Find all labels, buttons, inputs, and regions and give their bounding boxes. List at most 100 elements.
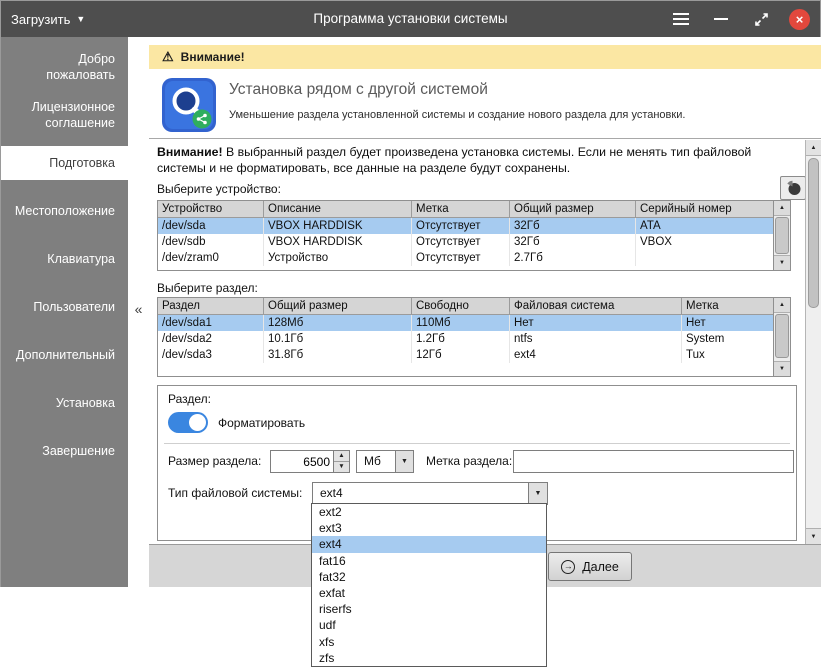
scroll-up-button[interactable]: ▲ xyxy=(774,298,790,313)
table-cell: ntfs xyxy=(510,331,682,347)
table-cell: Tux xyxy=(682,347,773,363)
chevron-down-icon: ▼ xyxy=(528,483,547,504)
warning-banner-label: Внимание! xyxy=(181,50,245,64)
scrollbar-thumb[interactable] xyxy=(775,217,789,254)
table-cell: VBOX xyxy=(636,234,773,250)
table-cell: Нет xyxy=(682,315,773,331)
warning-banner: ⚠ Внимание! xyxy=(149,45,821,69)
scrollbar-track[interactable] xyxy=(774,313,790,361)
pie-chart-icon xyxy=(785,180,802,196)
hamburger-icon xyxy=(673,13,689,25)
fstype-option[interactable]: ext3 xyxy=(312,520,546,536)
sidebar-item-keyboard: Клавиатура xyxy=(1,235,128,283)
spin-up-button[interactable]: ▲ xyxy=(334,451,349,462)
device-row-zram0[interactable]: /dev/zram0 Устройство Отсутствует 2.7Гб xyxy=(158,250,773,266)
scroll-down-button[interactable]: ▼ xyxy=(806,528,821,544)
scroll-up-button[interactable]: ▲ xyxy=(806,140,821,156)
partition-table-scrollbar: ▲ ▼ xyxy=(773,298,790,376)
scrollbar-track[interactable] xyxy=(774,216,790,255)
fstype-combobox[interactable]: ext4 ▼ xyxy=(312,482,548,505)
table-cell: 10.1Гб xyxy=(264,331,412,347)
sidebar-item-additional: Дополнительный xyxy=(1,331,128,379)
main-scrollbar: ▲ ▼ xyxy=(805,140,821,544)
pie-chart-button[interactable] xyxy=(780,176,806,200)
column-header: Общий размер xyxy=(264,298,412,315)
separator xyxy=(164,443,790,444)
disk-utility-icon xyxy=(161,77,217,133)
next-button-label: Далее xyxy=(582,560,619,574)
table-cell: 110Мб xyxy=(412,315,510,331)
fstype-option[interactable]: fat32 xyxy=(312,569,546,585)
minimize-button[interactable] xyxy=(709,7,733,31)
page-title: Установка рядом с другой системой xyxy=(229,81,488,99)
scrollbar-thumb[interactable] xyxy=(775,314,789,358)
fstype-option-selected[interactable]: ext4 xyxy=(312,536,546,552)
sidebar-item-finish: Завершение xyxy=(1,427,128,475)
close-button[interactable]: × xyxy=(789,9,810,30)
page-subtitle: Уменьшение раздела установленной системы… xyxy=(229,109,685,121)
column-header: Метка xyxy=(412,201,510,218)
toggle-knob xyxy=(189,414,206,431)
unit-select[interactable]: Мб ▼ xyxy=(356,450,414,473)
partition-row-sda2[interactable]: /dev/sda2 10.1Гб 1.2Гб ntfs System xyxy=(158,331,773,347)
size-label: Размер раздела: xyxy=(168,454,261,468)
next-button[interactable]: → Далее xyxy=(548,552,632,581)
fstype-option[interactable]: riserfs xyxy=(312,601,546,617)
next-arrow-icon: → xyxy=(561,560,575,574)
fstype-option[interactable]: exfat xyxy=(312,585,546,601)
fstype-option[interactable]: xfs xyxy=(312,634,546,650)
table-cell: 128Мб xyxy=(264,315,412,331)
menu-button[interactable] xyxy=(669,7,693,31)
table-cell: Устройство xyxy=(264,250,412,266)
scroll-down-button[interactable]: ▼ xyxy=(774,361,790,376)
table-cell: /dev/zram0 xyxy=(158,250,264,266)
format-toggle[interactable] xyxy=(168,412,208,433)
table-cell: ATA xyxy=(636,218,773,234)
device-row-sda[interactable]: /dev/sda VBOX HARDDISK Отсутствует 32Гб … xyxy=(158,218,773,234)
table-cell: /dev/sda1 xyxy=(158,315,264,331)
fstype-value: ext4 xyxy=(320,486,343,500)
format-label: Форматировать xyxy=(218,416,305,430)
column-header: Устройство xyxy=(158,201,264,218)
sidebar-item-license: Лицензионное соглашение xyxy=(1,91,128,139)
table-cell: /dev/sda3 xyxy=(158,347,264,363)
table-cell: /dev/sdb xyxy=(158,234,264,250)
table-cell: Отсутствует xyxy=(412,250,510,266)
device-row-sdb[interactable]: /dev/sdb VBOX HARDDISK Отсутствует 32Гб … xyxy=(158,234,773,250)
unit-value: Мб xyxy=(364,454,381,468)
table-cell: VBOX HARDDISK xyxy=(264,218,412,234)
scroll-down-button[interactable]: ▼ xyxy=(774,255,790,270)
partition-label-input[interactable] xyxy=(513,450,794,473)
device-table: Устройство Описание Метка Общий размер С… xyxy=(157,200,791,271)
fstype-option[interactable]: udf xyxy=(312,617,546,633)
scroll-area: Внимание! В выбранный раздел будет произ… xyxy=(149,140,821,544)
partition-table-header: Раздел Общий размер Свободно Файловая си… xyxy=(158,298,773,315)
spin-down-button[interactable]: ▼ xyxy=(334,462,349,472)
partition-row-sda3[interactable]: /dev/sda3 31.8Гб 12Гб ext4 Tux xyxy=(158,347,773,363)
table-cell xyxy=(636,250,773,266)
chevron-down-icon: ▼ xyxy=(395,451,413,472)
installer-window: Загрузить ▼ Программа установки системы xyxy=(0,0,821,587)
close-icon: × xyxy=(796,13,804,26)
sidebar-item-location: Местоположение xyxy=(1,187,128,235)
scrollbar-thumb[interactable] xyxy=(808,158,819,308)
partition-row-sda1[interactable]: /dev/sda1 128Мб 110Мб Нет Нет xyxy=(158,315,773,331)
size-spinner: ▲ ▼ xyxy=(270,450,350,473)
partition-table-body: Раздел Общий размер Свободно Файловая си… xyxy=(158,298,773,376)
table-cell: 1.2Гб xyxy=(412,331,510,347)
fstype-option[interactable]: ext2 xyxy=(312,504,546,520)
minimize-icon xyxy=(714,18,728,20)
size-input[interactable] xyxy=(271,451,333,472)
fstype-option[interactable]: zfs xyxy=(312,650,546,666)
column-header: Серийный номер xyxy=(636,201,773,218)
table-cell: 32Гб xyxy=(510,218,636,234)
table-cell: ext4 xyxy=(510,347,682,363)
maximize-button[interactable] xyxy=(749,7,773,31)
sidebar-item-users: Пользователи xyxy=(1,283,128,331)
scroll-up-button[interactable]: ▲ xyxy=(774,201,790,216)
table-cell: 2.7Гб xyxy=(510,250,636,266)
collapse-sidebar-button[interactable]: « xyxy=(128,301,149,321)
table-cell: System xyxy=(682,331,773,347)
fstype-label: Тип файловой системы: xyxy=(168,486,302,500)
fstype-option[interactable]: fat16 xyxy=(312,553,546,569)
